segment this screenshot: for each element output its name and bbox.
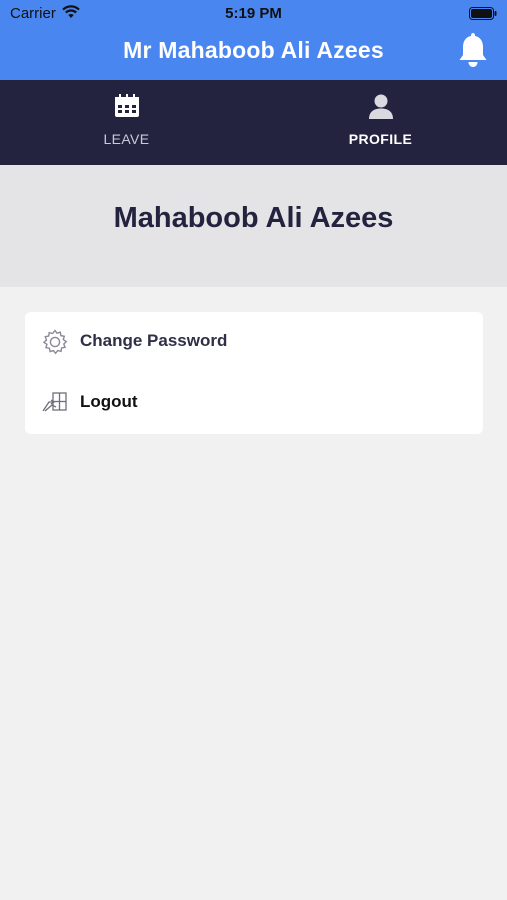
- app-header: Carrier 5:19 PM Mr Mahaboob Ali Azees: [0, 0, 507, 80]
- logout-label: Logout: [80, 392, 138, 411]
- tab-leave[interactable]: LEAVE: [0, 80, 253, 165]
- status-bar: Carrier 5:19 PM: [0, 0, 507, 28]
- profile-banner: Mahaboob Ali Azees: [0, 165, 507, 287]
- change-password-label: Change Password: [80, 331, 228, 350]
- status-time: 5:19 PM: [225, 5, 282, 22]
- tab-bar: LEAVE PROFILE: [0, 80, 507, 165]
- logout-item[interactable]: Logout: [25, 373, 483, 434]
- tab-profile[interactable]: PROFILE: [254, 80, 507, 165]
- tab-profile-label: PROFILE: [348, 131, 413, 147]
- profile-name: Mahaboob Ali Azees: [113, 202, 394, 234]
- battery-icon: [469, 7, 497, 24]
- tab-leave-label: LEAVE: [103, 131, 150, 147]
- logout-icon: [42, 390, 68, 419]
- user-icon: [368, 93, 394, 124]
- page-title: Mr Mahaboob Ali Azees: [123, 37, 384, 63]
- bell-icon[interactable]: [457, 31, 489, 74]
- gear-icon: [42, 329, 68, 360]
- calendar-icon: [113, 93, 141, 124]
- profile-menu: Change Password Logout: [25, 312, 483, 434]
- change-password-item[interactable]: Change Password: [25, 312, 483, 373]
